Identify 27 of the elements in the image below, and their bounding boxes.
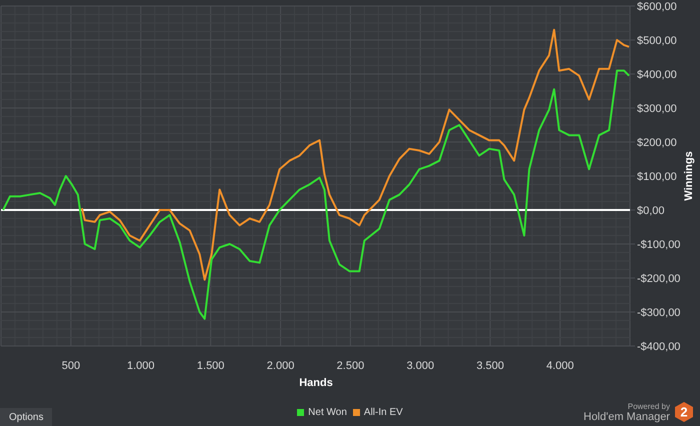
x-axis-title: Hands bbox=[299, 377, 333, 389]
x-tick-label: 1.000 bbox=[127, 360, 155, 372]
y-tick-label: $0,00 bbox=[637, 205, 665, 217]
powered-by-text: Powered by bbox=[628, 403, 670, 411]
x-tick-label: 500 bbox=[62, 360, 80, 372]
y-tick-label: $200,00 bbox=[637, 137, 677, 149]
logo-icon: 2 bbox=[674, 401, 694, 423]
y-tick-label: -$300,00 bbox=[637, 307, 680, 319]
y-tick-label: $300,00 bbox=[637, 103, 677, 115]
x-tick-label: 3.500 bbox=[476, 360, 504, 372]
y-tick-label: -$100,00 bbox=[637, 239, 680, 251]
y-axis-title: Winnings bbox=[683, 151, 695, 201]
x-tick-label: 2.000 bbox=[266, 360, 294, 372]
y-tick-label: $500,00 bbox=[637, 35, 677, 47]
y-tick-label: -$400,00 bbox=[637, 341, 680, 353]
y-tick-label: $600,00 bbox=[637, 1, 677, 13]
y-tick-label: $100,00 bbox=[637, 171, 677, 183]
x-tick-label: 4.000 bbox=[546, 360, 574, 372]
legend-label: All-In EV bbox=[364, 406, 403, 420]
options-button[interactable]: Options bbox=[0, 408, 52, 426]
y-tick-label: -$200,00 bbox=[637, 273, 680, 285]
x-tick-label: 1.500 bbox=[196, 360, 224, 372]
x-tick-label: 3.000 bbox=[406, 360, 434, 372]
y-tick-label: $400,00 bbox=[637, 69, 677, 81]
brand-name: Hold'em Manager bbox=[584, 412, 670, 423]
x-tick-label: 2.500 bbox=[336, 360, 364, 372]
legend-label: Net Won bbox=[308, 406, 347, 420]
